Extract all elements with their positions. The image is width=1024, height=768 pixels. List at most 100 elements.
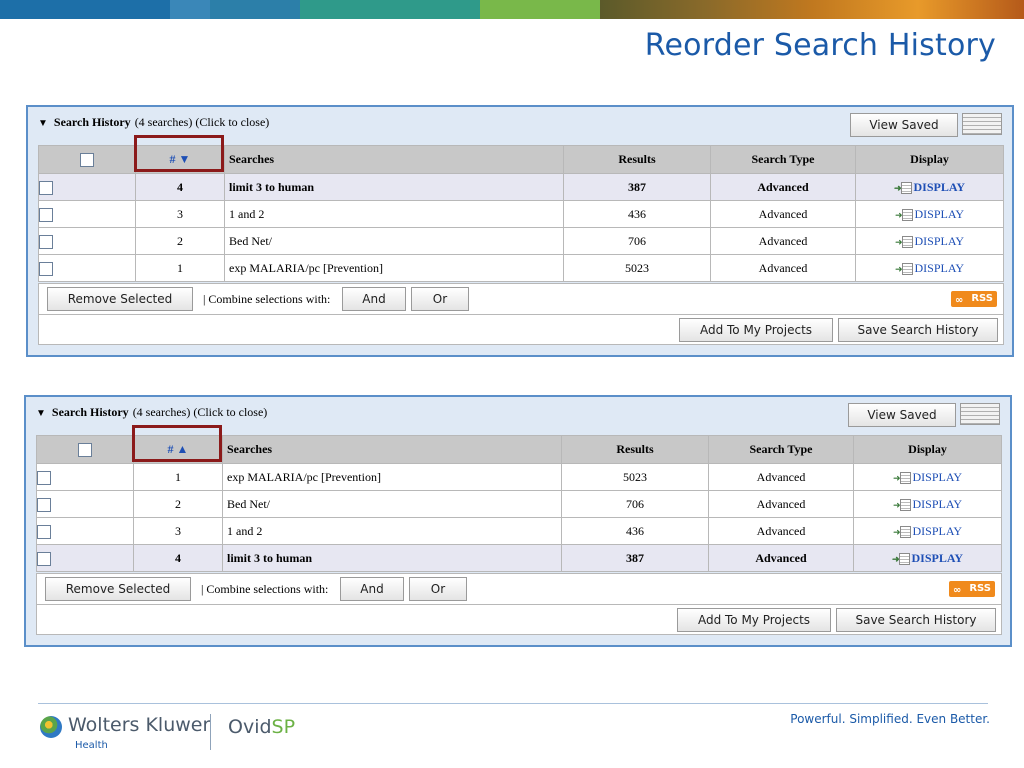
panel-header[interactable]: ▼ Search History (4 searches) (Click to cl…	[36, 405, 267, 425]
product-name: OvidSP	[228, 716, 295, 738]
document-icon	[899, 552, 911, 565]
panel-header[interactable]: ▼ Search History (4 searches) (Click to cl…	[38, 115, 269, 135]
save-search-history-button[interactable]: Save Search History	[838, 318, 998, 342]
row-select-cell	[36, 490, 134, 518]
table-row: 4 limit 3 to human 387 Advanced ➜ DISPLAY	[38, 173, 1004, 201]
row-search-type: Advanced	[708, 517, 854, 545]
row-number: 4	[133, 544, 223, 572]
grid-view-icon[interactable]	[962, 113, 1002, 135]
document-icon	[901, 181, 913, 194]
table-row: 3 1 and 2 436 Advanced ➜ DISPLAY	[36, 517, 1002, 545]
display-header: Display	[853, 435, 1002, 464]
row-results: 706	[563, 227, 711, 255]
row-select-cell	[36, 463, 134, 491]
row-select-cell	[38, 200, 136, 228]
panel-header-title: Search History	[53, 115, 131, 129]
row-select-cell	[38, 227, 136, 255]
arrow-in-icon: ➜	[892, 472, 901, 483]
row-number: 2	[135, 227, 225, 255]
controls-divider	[37, 604, 1001, 605]
display-link[interactable]: DISPLAY	[913, 180, 965, 194]
row-checkbox[interactable]	[37, 497, 51, 512]
select-all-checkbox[interactable]	[80, 153, 94, 168]
row-checkbox[interactable]	[39, 234, 53, 249]
row-checkbox[interactable]	[39, 207, 53, 222]
row-select-cell	[38, 173, 136, 201]
combine-or-button[interactable]: Or	[409, 577, 467, 601]
rss-button[interactable]: ∞ RSS	[951, 291, 997, 307]
view-saved-button[interactable]: View Saved	[848, 403, 956, 427]
table-row: 2 Bed Net/ 706 Advanced ➜ DISPLAY	[36, 490, 1002, 518]
controls-divider	[39, 314, 1003, 315]
row-number: 3	[133, 517, 223, 545]
panel-header-title: Search History	[51, 405, 129, 419]
rss-feed-icon: ∞	[953, 585, 962, 596]
collapse-triangle-icon[interactable]: ▼	[36, 408, 46, 419]
product-name-b: SP	[271, 716, 296, 738]
row-search-type: Advanced	[708, 544, 854, 572]
row-search-type: Advanced	[710, 254, 856, 282]
row-select-cell	[38, 254, 136, 282]
display-header: Display	[855, 145, 1004, 174]
panel-header-sub[interactable]: (4 searches) (Click to close)	[133, 405, 268, 419]
grid-view-icon[interactable]	[960, 403, 1000, 425]
display-link[interactable]: DISPLAY	[912, 470, 962, 484]
results-header: Results	[563, 145, 711, 174]
row-search: exp MALARIA/pc [Prevention]	[224, 254, 564, 282]
display-link[interactable]: DISPLAY	[912, 497, 962, 511]
combine-and-button[interactable]: And	[342, 287, 406, 311]
row-select-cell	[36, 544, 134, 572]
table-row: 4 limit 3 to human 387 Advanced ➜ DISPLAY	[36, 544, 1002, 572]
combine-and-button[interactable]: And	[340, 577, 404, 601]
view-saved-button[interactable]: View Saved	[850, 113, 958, 137]
row-number: 3	[135, 200, 225, 228]
row-checkbox[interactable]	[39, 180, 53, 195]
row-search: exp MALARIA/pc [Prevention]	[222, 463, 562, 491]
add-to-my-projects-button[interactable]: Add To My Projects	[677, 608, 831, 632]
table-row: 1 exp MALARIA/pc [Prevention] 5023 Advan…	[36, 463, 1002, 491]
top-banner	[0, 0, 1024, 19]
remove-selected-button[interactable]: Remove Selected	[47, 287, 193, 311]
select-all-checkbox[interactable]	[78, 443, 92, 458]
row-checkbox[interactable]	[37, 551, 51, 566]
history-controls: Remove Selected | Combine selections wit…	[36, 573, 1002, 635]
row-search: Bed Net/	[222, 490, 562, 518]
brand-name: Wolters Kluwer	[68, 714, 211, 736]
row-display-cell: ➜ DISPLAY	[855, 200, 1004, 228]
arrow-in-icon: ➜	[893, 182, 902, 193]
display-link[interactable]: DISPLAY	[911, 551, 963, 565]
row-search: Bed Net/	[224, 227, 564, 255]
product-name-a: Ovid	[228, 716, 272, 738]
arrow-in-icon: ➜	[894, 263, 903, 274]
slide-title: Reorder Search History	[644, 28, 996, 63]
row-search-type: Advanced	[710, 173, 856, 201]
combine-or-button[interactable]: Or	[411, 287, 469, 311]
document-icon	[900, 498, 912, 511]
row-search-type: Advanced	[710, 227, 856, 255]
select-all-header	[38, 145, 136, 174]
row-checkbox[interactable]	[37, 524, 51, 539]
row-checkbox[interactable]	[39, 261, 53, 276]
panel-header-sub[interactable]: (4 searches) (Click to close)	[135, 115, 270, 129]
collapse-triangle-icon[interactable]: ▼	[38, 118, 48, 129]
row-checkbox[interactable]	[37, 470, 51, 485]
display-link[interactable]: DISPLAY	[914, 207, 964, 221]
display-link[interactable]: DISPLAY	[914, 234, 964, 248]
row-search: 1 and 2	[222, 517, 562, 545]
footer-divider	[38, 703, 988, 704]
row-display-cell: ➜ DISPLAY	[853, 517, 1002, 545]
row-number: 1	[135, 254, 225, 282]
display-link[interactable]: DISPLAY	[912, 524, 962, 538]
display-link[interactable]: DISPLAY	[914, 261, 964, 275]
row-search: limit 3 to human	[222, 544, 562, 572]
rss-button[interactable]: ∞ RSS	[949, 581, 995, 597]
rss-feed-icon: ∞	[955, 295, 964, 306]
brand-subtitle: Health	[75, 740, 108, 751]
save-search-history-button[interactable]: Save Search History	[836, 608, 996, 632]
arrow-in-icon: ➜	[892, 499, 901, 510]
add-to-my-projects-button[interactable]: Add To My Projects	[679, 318, 833, 342]
row-search-type: Advanced	[710, 200, 856, 228]
table-row: 3 1 and 2 436 Advanced ➜ DISPLAY	[38, 200, 1004, 228]
remove-selected-button[interactable]: Remove Selected	[45, 577, 191, 601]
sort-column-highlight-box	[134, 135, 224, 172]
